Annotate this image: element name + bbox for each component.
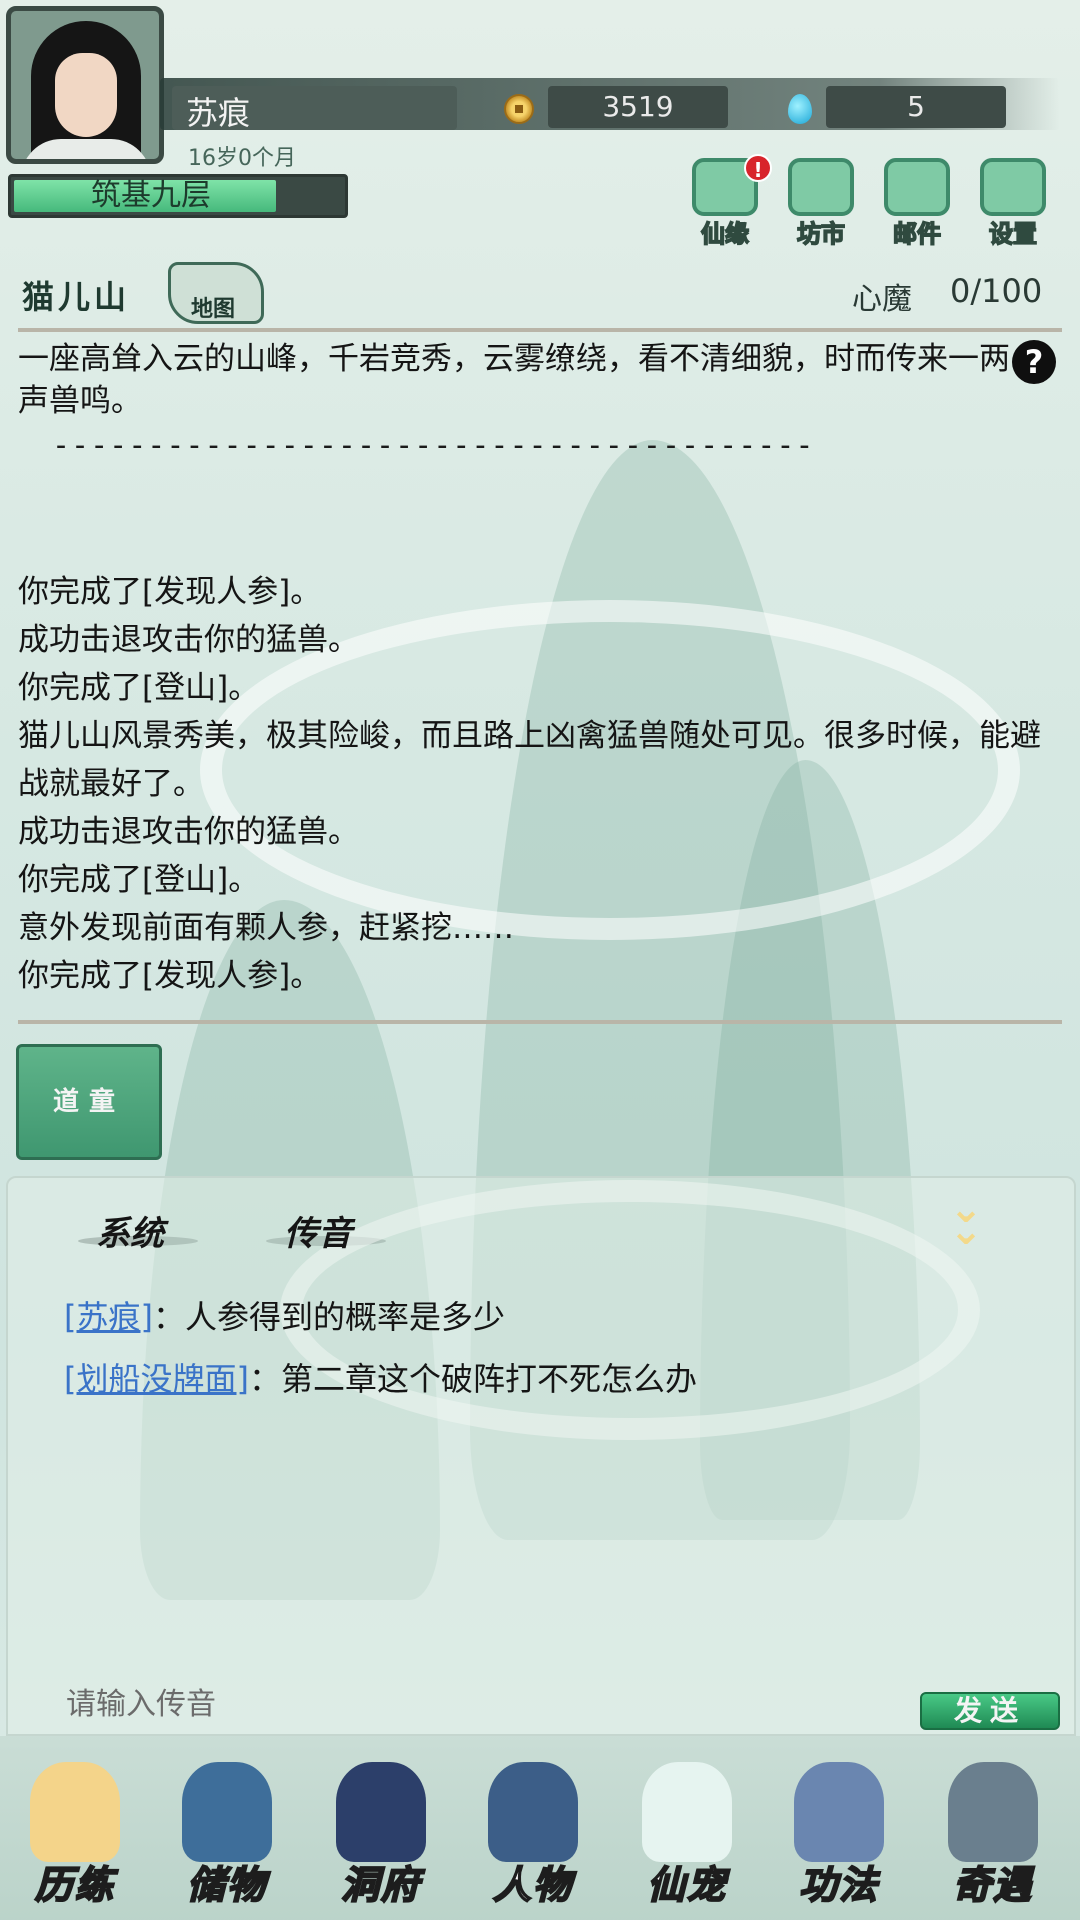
- log-line: 成功击退攻击你的猛兽。: [18, 814, 359, 850]
- nav-item-label: 储物: [186, 1862, 267, 1908]
- avatar[interactable]: [6, 6, 164, 164]
- top-menu-label: 坊市: [796, 219, 846, 249]
- top-menu-xianyuan-button[interactable]: ! 仙缘: [684, 154, 772, 249]
- realm-progress-bar: 筑基九层: [8, 174, 348, 218]
- send-button[interactable]: 发送: [920, 1692, 1060, 1730]
- player-name: 苏痕: [186, 94, 251, 132]
- separator-line: ----------------------------------------: [52, 428, 815, 463]
- person-icon: [488, 1762, 578, 1862]
- mountain-icon: [30, 1762, 120, 1862]
- top-menu-settings-button[interactable]: 设置: [972, 158, 1054, 249]
- map-button-label: 地图: [191, 297, 236, 322]
- chat-message: [划船没牌面]：第二章这个破阵打不死怎么办: [64, 1354, 697, 1400]
- chat-message-text: ：人参得到的概率是多少: [152, 1298, 505, 1336]
- nav-item-6[interactable]: 奇遇: [918, 1762, 1068, 1912]
- divider: [18, 328, 1062, 332]
- ghost-pet-icon: [642, 1762, 732, 1862]
- nav-item-5[interactable]: 功法: [764, 1762, 914, 1912]
- gem-count: 5: [826, 86, 1006, 128]
- log-line: 你完成了[登山]。: [18, 670, 260, 706]
- location-name: 猫儿山: [22, 278, 131, 316]
- chat-input-row: 发送: [6, 1672, 1076, 1736]
- log-line: 意外发现前面有颗人参，赶紧挖……: [18, 910, 514, 946]
- location-description: 一座高耸入云的山峰，千岩竞秀，云雾缭绕，看不清细貌，时而传来一两声兽鸣。: [18, 341, 1010, 419]
- log-line: 猫儿山风景秀美，极其险峻，而且路上凶禽猛兽随处可见。很多时候，能避战就最好了。: [18, 718, 1041, 802]
- log-line: 成功击退攻击你的猛兽。: [18, 622, 359, 658]
- coin-count: 3519: [548, 86, 728, 128]
- companion-button[interactable]: 道童: [16, 1044, 162, 1160]
- chat-sender-link[interactable]: [划船没牌面]: [64, 1360, 249, 1398]
- map-button[interactable]: 地图: [168, 262, 264, 324]
- nav-item-1[interactable]: 储物: [152, 1762, 302, 1912]
- mail-icon: [884, 158, 950, 216]
- log-line: 你完成了[发现人参]。: [18, 958, 322, 994]
- top-menu-label: 仙缘: [700, 219, 750, 249]
- nav-item-3[interactable]: 人物: [458, 1762, 608, 1912]
- nav-item-0[interactable]: 历练: [0, 1762, 150, 1912]
- realm-label: 筑基九层: [91, 178, 211, 213]
- coin-icon: [504, 94, 534, 124]
- demon-label: 心魔: [852, 282, 912, 317]
- nav-item-label: 人物: [492, 1862, 573, 1908]
- nav-item-label: 功法: [798, 1862, 879, 1908]
- help-icon[interactable]: ?: [1012, 340, 1056, 384]
- chat-panel: [6, 1176, 1076, 1736]
- log-line: 你完成了[发现人参]。: [18, 574, 322, 610]
- top-menu-market-button[interactable]: 坊市: [780, 158, 862, 249]
- divider: [18, 1020, 1062, 1024]
- chat-message: [苏痕]：人参得到的概率是多少: [64, 1292, 505, 1338]
- nav-item-2[interactable]: 洞府: [306, 1762, 456, 1912]
- chevron-down-icon[interactable]: ⌄ ⌄: [946, 1189, 986, 1251]
- player-age: 16岁0个月: [188, 146, 296, 171]
- log-line: 你完成了[登山]。: [18, 862, 260, 898]
- brush-icon: [948, 1762, 1038, 1862]
- demon-value: 0/100: [950, 272, 1043, 310]
- top-menu-mail-button[interactable]: 邮件: [876, 158, 958, 249]
- chat-input[interactable]: [66, 1682, 866, 1726]
- scroll-book-icon: [794, 1762, 884, 1862]
- event-log: 你完成了[发现人参]。 成功击退攻击你的猛兽。 你完成了[登山]。 猫儿山风景秀美，极…: [18, 520, 1048, 1000]
- bag-icon: [182, 1762, 272, 1862]
- chat-message-text: ：第二章这个破阵打不死怎么办: [248, 1360, 697, 1398]
- top-menu-label: 邮件: [892, 219, 942, 249]
- alert-badge: !: [744, 154, 772, 182]
- nav-item-label: 洞府: [340, 1862, 421, 1908]
- pavilion-icon: [336, 1762, 426, 1862]
- market-icon: [788, 158, 854, 216]
- top-menu-label: 设置: [988, 219, 1038, 249]
- chat-sender-link[interactable]: [苏痕]: [64, 1298, 153, 1336]
- nav-item-label: 奇遇: [952, 1862, 1033, 1908]
- nav-item-4[interactable]: 仙宠: [612, 1762, 762, 1912]
- nav-item-label: 历练: [34, 1862, 115, 1908]
- tab-system[interactable]: 系统: [78, 1206, 198, 1255]
- gear-icon: [980, 158, 1046, 216]
- tab-whisper[interactable]: 传音: [266, 1206, 386, 1255]
- spirit-gem-icon: [788, 94, 812, 124]
- nav-item-label: 仙宠: [646, 1862, 727, 1908]
